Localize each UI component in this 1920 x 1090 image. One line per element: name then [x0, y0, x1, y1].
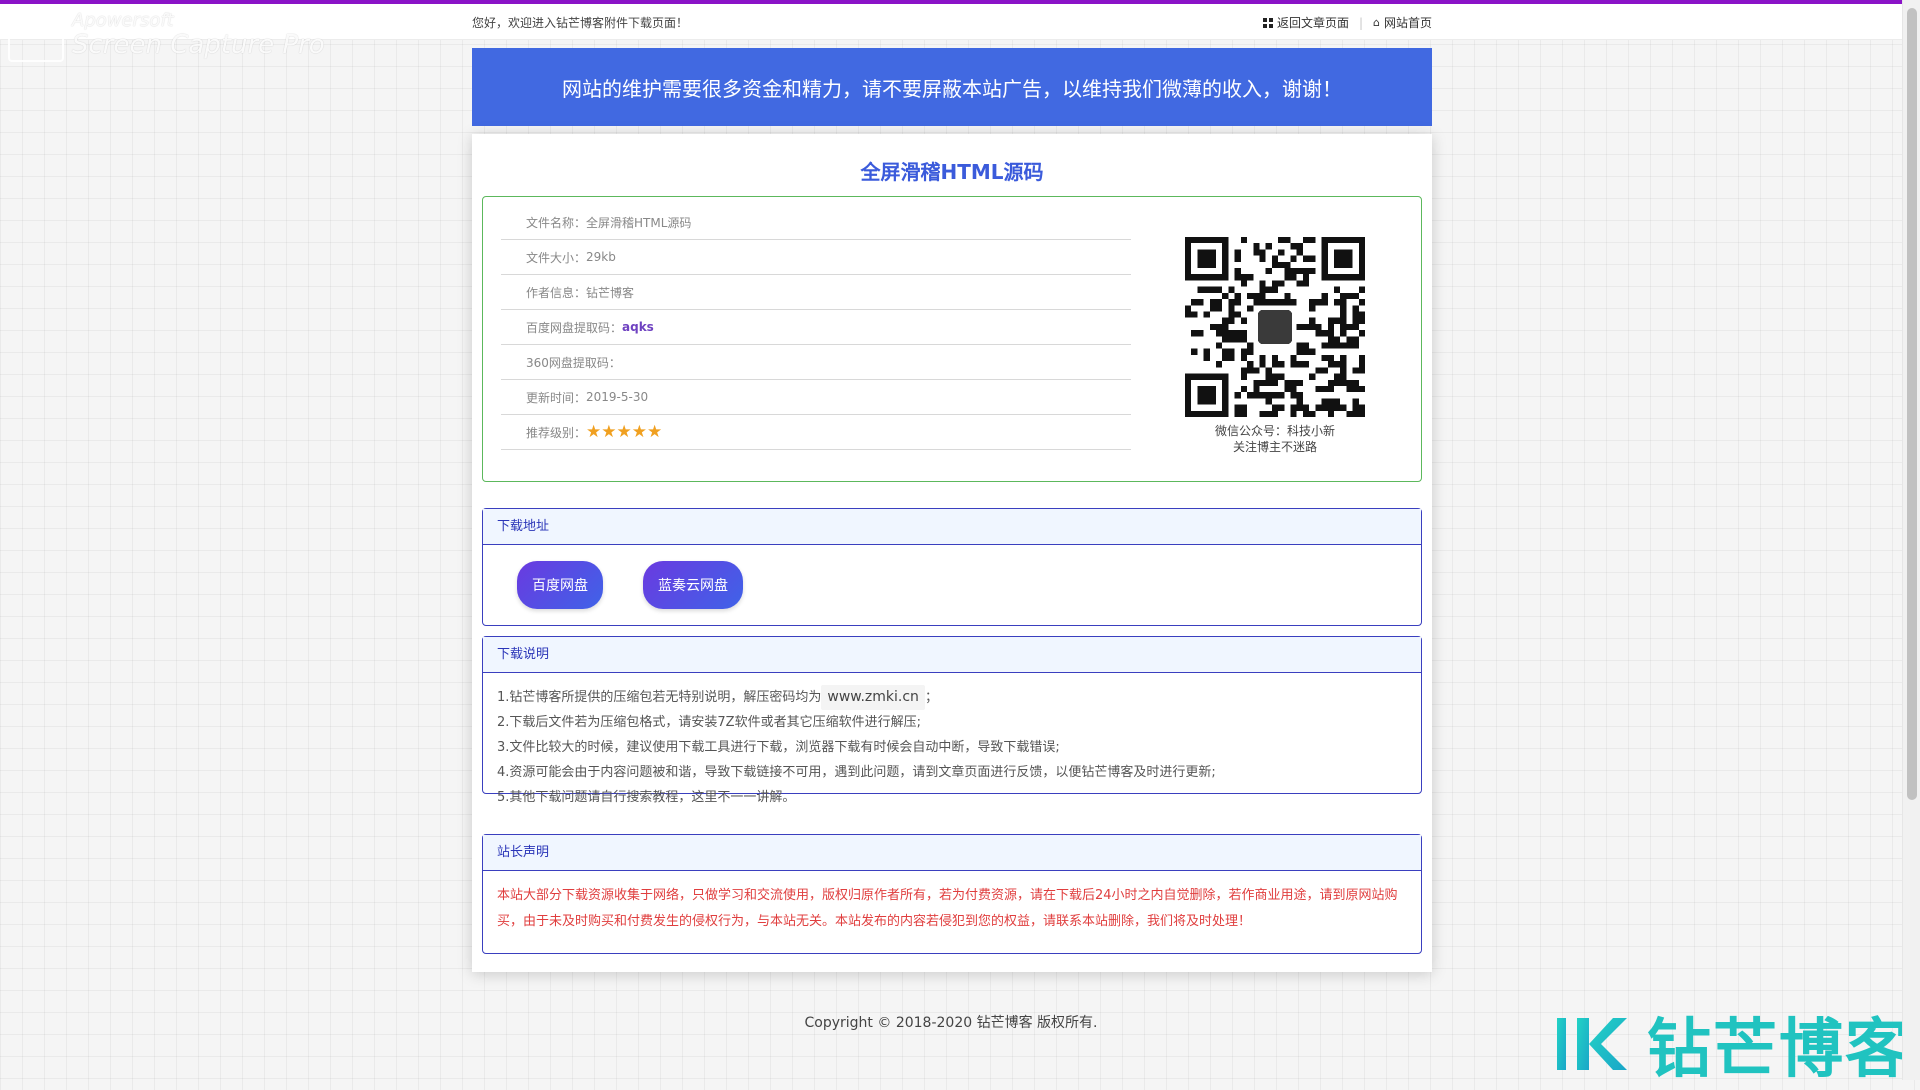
back-to-article-link[interactable]: 返回文章页面 — [1262, 14, 1349, 31]
site-home-label: 网站首页 — [1383, 16, 1432, 30]
watermark-product: Screen Capture Pro — [72, 30, 325, 60]
download-buttons: 百度网盘 蓝奏云网盘 — [517, 561, 743, 609]
info-row-rating: 推荐级别： ★★★★★ — [501, 415, 1131, 450]
info-label: 更新时间： — [526, 390, 587, 405]
info-row-360-code: 360网盘提取码： — [501, 345, 1131, 380]
watermark-brand: Apowersoft — [72, 10, 174, 31]
qr-caption-line2: 关注博主不迷路 — [1232, 440, 1317, 454]
info-label: 百度网盘提取码： — [526, 320, 623, 335]
watermark-logo-icon — [8, 14, 64, 62]
info-value: 2019-5-30 — [586, 390, 649, 404]
note-line-4: 4.资源可能会由于内容问题被和谐，导致下载链接不可用，遇到此问题，请到文章页面进… — [497, 765, 1216, 780]
brand-logo-text: 钻芒博客 — [1647, 1013, 1911, 1087]
download-notes-panel: 下载说明 1.钻芒博客所提供的压缩包若无特别说明，解压密码均为 www.zmki.… — [482, 636, 1422, 805]
brand-mark-icon — [1557, 1018, 1627, 1070]
file-title: 全屏滑稽HTML源码 — [860, 160, 1044, 184]
site-statement-panel: 站长声明 本站大部分下载资源收集于网络，只做学习和交流使用，版权归原作者所有，若… — [482, 834, 1422, 954]
info-label: 推荐级别： — [526, 425, 587, 440]
lanzou-pan-button[interactable]: 蓝奏云网盘 — [643, 561, 743, 609]
unzip-password-domain: www.zmki.cn — [821, 685, 925, 710]
qr-code-block: 微信公众号：科技小新 关注博主不迷路 — [1185, 237, 1365, 455]
info-label: 360网盘提取码： — [526, 355, 621, 370]
download-links-heading: 下载地址 — [483, 509, 1421, 545]
baidu-pan-button[interactable]: 百度网盘 — [517, 561, 603, 609]
grid-icon — [1262, 17, 1273, 28]
info-label: 文件大小： — [526, 250, 587, 265]
site-statement-heading: 站长声明 — [483, 835, 1421, 871]
note-line-1-text: 1.钻芒博客所提供的压缩包若无特别说明，解压密码均为 — [497, 690, 822, 705]
info-value: 29kb — [586, 250, 616, 264]
info-row-filesize: 文件大小： 29kb — [501, 240, 1131, 275]
info-row-filename: 文件名称： 全屏滑稽HTML源码 — [501, 205, 1131, 240]
banner-text: 网站的维护需要很多资金和精力，请不要屏蔽本站广告，以维持我们微薄的收入，谢谢！ — [562, 76, 1342, 101]
baidu-extract-code: aqks — [622, 320, 654, 334]
note-line-1-suffix: ； — [924, 690, 938, 705]
welcome-text: 您好，欢迎进入钻芒博客附件下载页面！ — [472, 16, 689, 30]
site-home-link[interactable]: ⌂ 网站首页 — [1373, 14, 1432, 31]
link-separator: | — [1358, 15, 1363, 30]
download-card: 全屏滑稽HTML源码 文件名称： 全屏滑稽HTML源码 文件大小： 29kb 作… — [472, 134, 1432, 972]
info-value: 全屏滑稽HTML源码 — [586, 215, 692, 230]
home-icon: ⌂ — [1373, 16, 1380, 29]
download-links-panel: 下载地址 百度网盘 蓝奏云网盘 — [482, 508, 1422, 626]
note-line-2: 2.下载后文件若为压缩包格式，请安装7Z软件或者其它压缩软件进行解压; — [497, 715, 921, 730]
star-rating-icon: ★★★★★ — [586, 422, 663, 442]
qr-caption-line1: 微信公众号：科技小新 — [1214, 424, 1335, 438]
info-row-update-time: 更新时间： 2019-5-30 — [501, 380, 1131, 415]
info-value: 钻芒博客 — [586, 285, 635, 300]
qr-code-image — [1185, 237, 1365, 417]
back-to-article-label: 返回文章页面 — [1276, 16, 1349, 30]
qr-caption: 微信公众号：科技小新 关注博主不迷路 — [1185, 423, 1365, 455]
scrollbar-thumb[interactable] — [1907, 8, 1917, 800]
page-scrollbar[interactable] — [1902, 0, 1920, 1080]
info-label: 作者信息： — [526, 285, 587, 300]
note-line-5: 5.其他下载问题请自行搜索教程，这里不一一讲解。 — [497, 790, 796, 805]
info-row-author: 作者信息： 钻芒博客 — [501, 275, 1131, 310]
file-info-box: 文件名称： 全屏滑稽HTML源码 文件大小： 29kb 作者信息： 钻芒博客 百… — [482, 196, 1422, 482]
info-label: 文件名称： — [526, 215, 587, 230]
file-info-list: 文件名称： 全屏滑稽HTML源码 文件大小： 29kb 作者信息： 钻芒博客 百… — [501, 205, 1131, 450]
brand-logo: 钻芒博客 — [1555, 998, 1911, 1090]
note-line-3: 3.文件比较大的时候，建议使用下载工具进行下载，浏览器下载有时候会自动中断，导致… — [497, 740, 1060, 755]
ad-notice-banner: 网站的维护需要很多资金和精力，请不要屏蔽本站广告，以维持我们微薄的收入，谢谢！ — [472, 48, 1432, 126]
note-line-1: 1.钻芒博客所提供的压缩包若无特别说明，解压密码均为 www.zmki.cn； — [497, 685, 1407, 710]
download-notes-heading: 下载说明 — [483, 637, 1421, 673]
site-statement-text: 本站大部分下载资源收集于网络，只做学习和交流使用，版权归原作者所有，若为付费资源… — [497, 888, 1398, 929]
top-links: 返回文章页面 | ⌂ 网站首页 — [1262, 14, 1432, 31]
download-notes-list: 1.钻芒博客所提供的压缩包若无特别说明，解压密码均为 www.zmki.cn； 2… — [483, 673, 1421, 810]
info-row-baidu-code: 百度网盘提取码： aqks — [501, 310, 1131, 345]
